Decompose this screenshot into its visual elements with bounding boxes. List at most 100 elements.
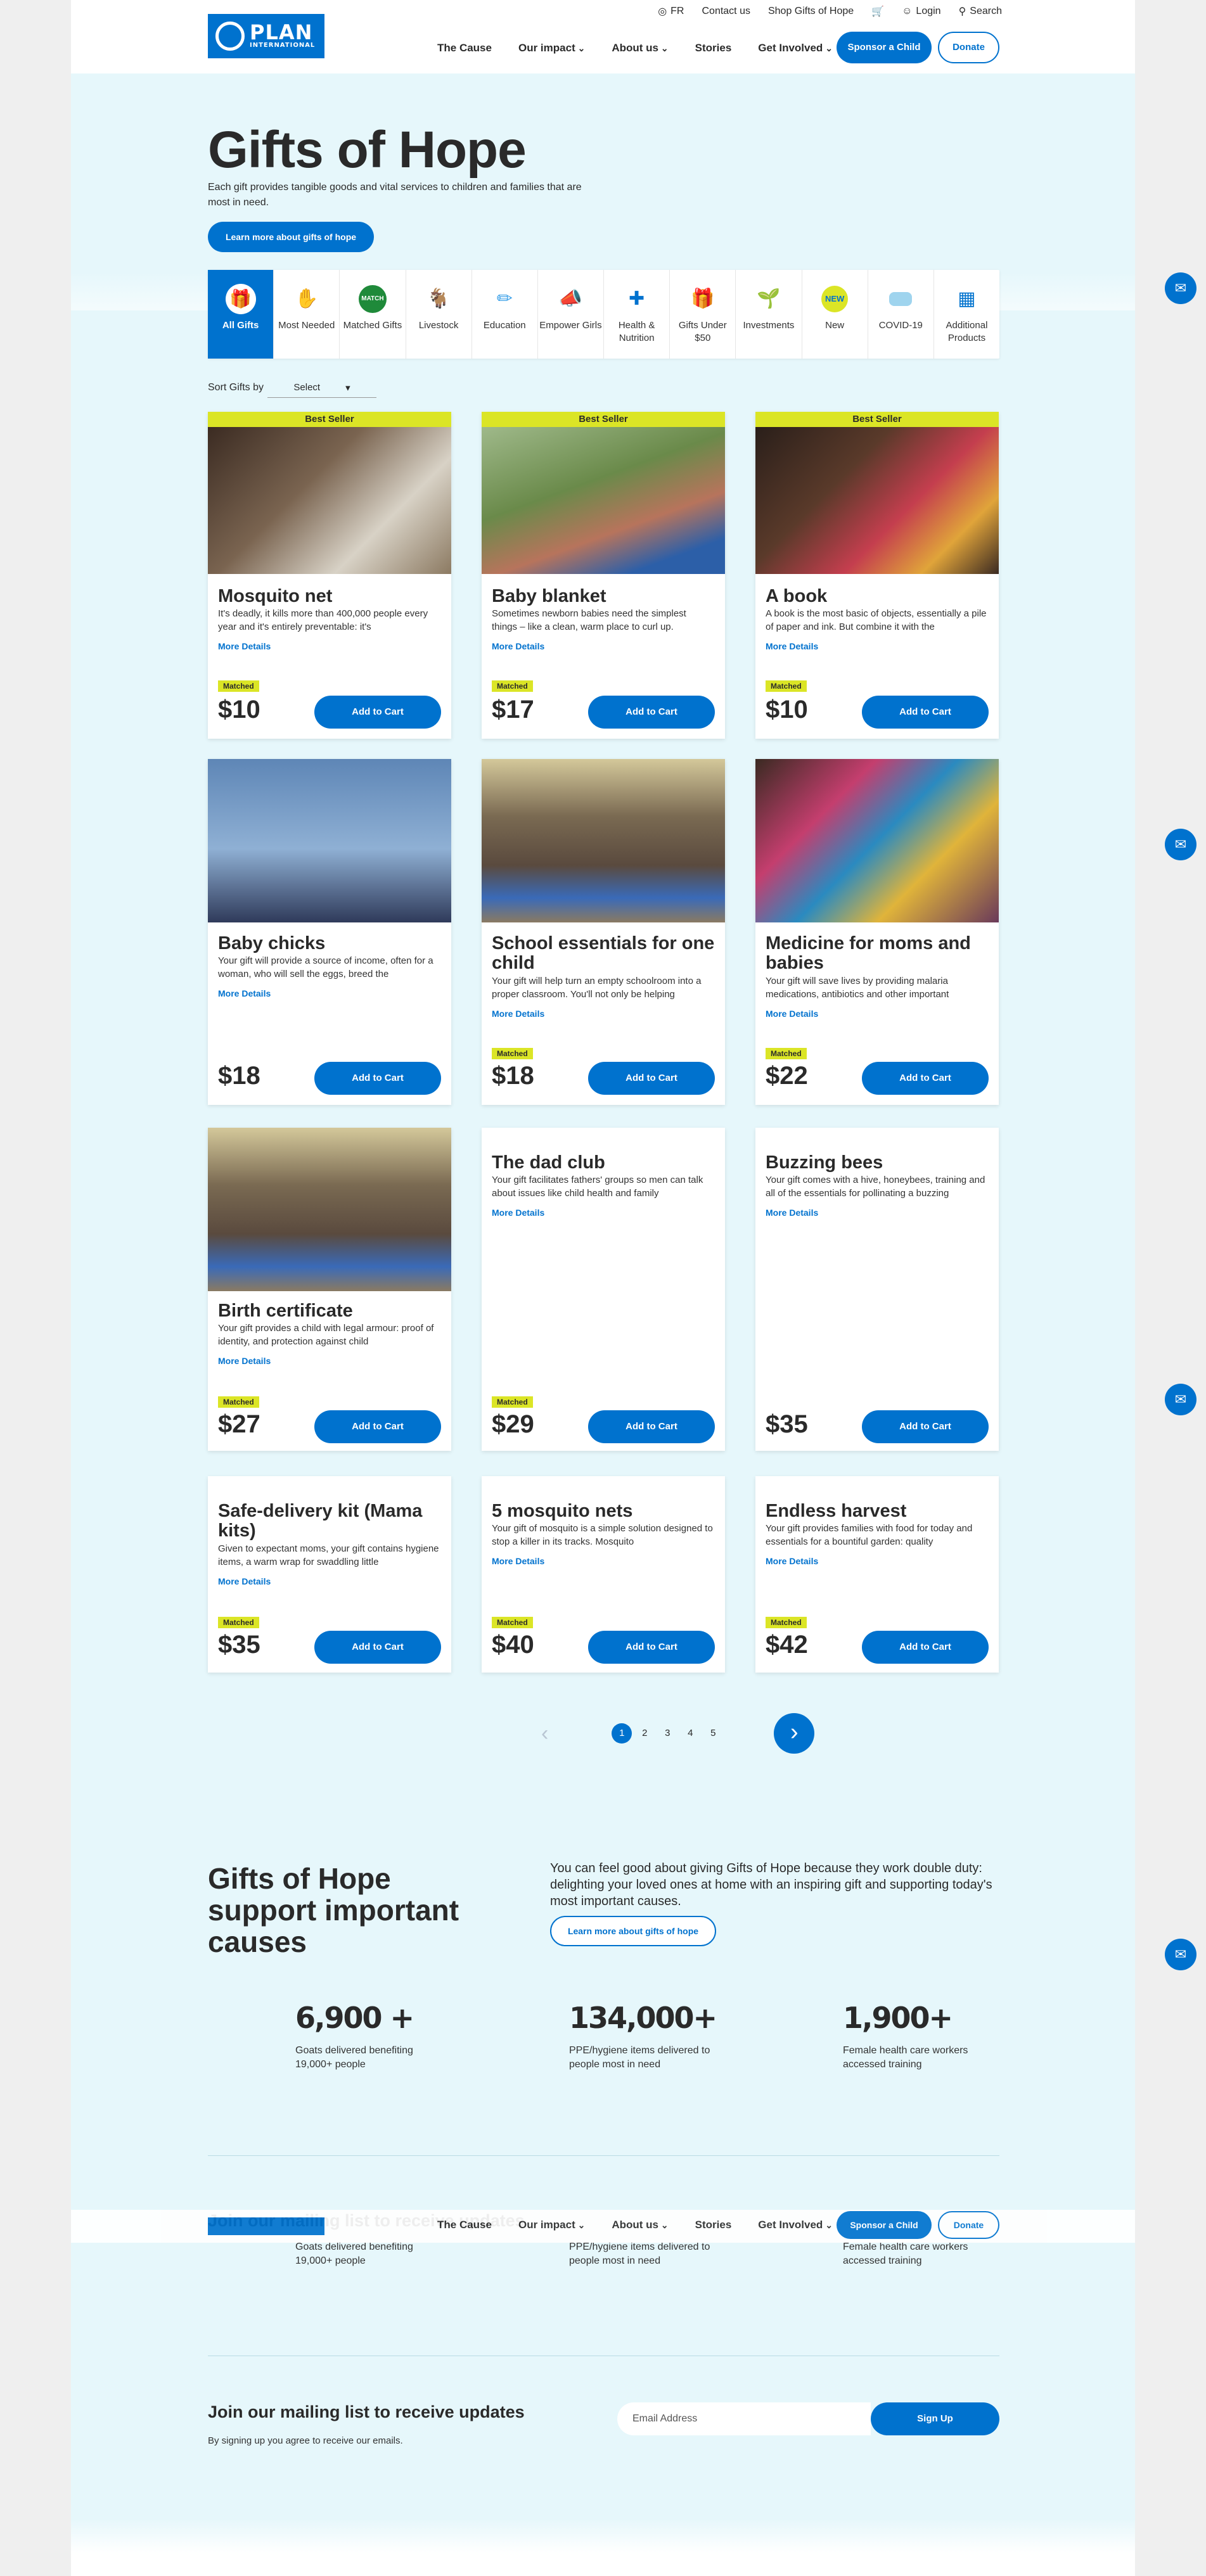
language-link[interactable]: ◎ FR [658,5,684,18]
nav-get-involved[interactable]: Get Involved [758,42,833,54]
category-new[interactable]: NEW New [802,270,868,359]
product-image[interactable] [755,759,999,922]
add-to-cart-button[interactable]: Add to Cart [588,1631,715,1664]
support-title: Gifts of Hope support important causes [208,1862,459,1958]
more-details-link[interactable]: More Details [492,1208,544,1218]
add-to-cart-button[interactable]: Add to Cart [862,1631,989,1664]
more-details-link[interactable]: More Details [218,1356,271,1366]
contact-link[interactable]: Contact us [702,5,750,18]
page-1[interactable]: 1 [612,1723,632,1744]
category-health-nutrition[interactable]: ✚ Health & Nutrition [604,270,670,359]
nav-the-cause[interactable]: The Cause [437,42,492,54]
shop-link[interactable]: Shop Gifts of Hope [768,5,854,18]
more-details-link[interactable]: More Details [766,1556,818,1566]
add-to-cart-button[interactable]: Add to Cart [862,1062,989,1095]
add-to-cart-button[interactable]: Add to Cart [588,1410,715,1443]
product-image[interactable] [208,1128,451,1291]
cart-icon[interactable]: 🛒 [871,5,884,18]
product-title[interactable]: Safe-delivery kit (Mama kits) [218,1502,441,1541]
nav-get-involved[interactable]: Get Involved [758,2219,833,2231]
chat-icon[interactable]: ✉ [1165,272,1196,304]
chat-icon[interactable]: ✉ [1165,829,1196,860]
product-image[interactable] [755,427,999,574]
donate-button[interactable]: Donate [938,2211,999,2239]
nav-stories[interactable]: Stories [695,2219,732,2231]
more-details-link[interactable]: More Details [766,1208,818,1218]
learn-more-button[interactable]: Learn more about gifts of hope [208,222,374,252]
add-to-cart-button[interactable]: Add to Cart [862,1410,989,1443]
more-details-link[interactable]: More Details [492,641,544,651]
best-seller-badge: Best Seller [482,412,725,427]
add-to-cart-button[interactable]: Add to Cart [314,1410,441,1443]
mask-icon [884,283,917,316]
support-learn-more-button[interactable]: Learn more about gifts of hope [550,1916,716,1946]
category-covid-19[interactable]: COVID-19 [868,270,934,359]
add-to-cart-button[interactable]: Add to Cart [862,696,989,729]
sticky-logo[interactable] [208,2217,324,2235]
category-livestock[interactable]: 🐐 Livestock [406,270,472,359]
donate-button[interactable]: Donate [938,32,999,63]
category-investments[interactable]: 🌱 Investments [736,270,802,359]
add-to-cart-button[interactable]: Add to Cart [588,696,715,729]
page-2[interactable]: 2 [634,1723,655,1744]
category-education[interactable]: ✏ Education [472,270,538,359]
add-to-cart-button[interactable]: Add to Cart [314,696,441,729]
product-title[interactable]: Birth certificate [218,1301,441,1321]
page-5[interactable]: 5 [703,1723,723,1744]
stat-number: 6,900 + [295,2001,414,2035]
chevron-right-icon[interactable]: › [774,1713,815,1754]
product-image[interactable] [208,759,451,922]
product-title[interactable]: A book [766,587,989,606]
more-details-link[interactable]: More Details [766,1009,818,1019]
product-price: $29 [492,1410,534,1438]
product-title[interactable]: Buzzing bees [766,1153,989,1173]
chat-icon[interactable]: ✉ [1165,1939,1196,1970]
add-to-cart-button[interactable]: Add to Cart [314,1631,441,1664]
more-details-link[interactable]: More Details [492,1009,544,1019]
page-4[interactable]: 4 [680,1723,700,1744]
product-image[interactable] [208,427,451,574]
more-details-link[interactable]: More Details [218,1576,271,1586]
sort-select[interactable]: Select ▾ [267,378,377,398]
nav-our-impact[interactable]: Our impact [518,42,585,54]
sticky-nav: The Cause Our impact About us Stories Ge… [437,2219,833,2231]
category-all-gifts[interactable]: 🎁 All Gifts [208,270,274,359]
more-details-link[interactable]: More Details [218,988,271,998]
page-3[interactable]: 3 [657,1723,677,1744]
product-title[interactable]: The dad club [492,1153,715,1173]
chat-icon[interactable]: ✉ [1165,1384,1196,1415]
nav-stories[interactable]: Stories [695,42,732,54]
product-card-dad-club: The dad club Your gift facilitates fathe… [482,1128,725,1451]
product-image[interactable] [482,427,725,574]
nav-the-cause[interactable]: The Cause [437,2219,492,2231]
more-details-link[interactable]: More Details [218,641,271,651]
more-details-link[interactable]: More Details [766,641,818,651]
email-input[interactable]: Email Address [617,2402,871,2435]
nav-our-impact[interactable]: Our impact [518,2219,585,2231]
plan-logo[interactable]: PLAN INTERNATIONAL [208,14,324,58]
product-title[interactable]: Medicine for moms and babies [766,934,989,973]
add-to-cart-button[interactable]: Add to Cart [314,1062,441,1095]
category-matched-gifts[interactable]: MATCH Matched Gifts [340,270,406,359]
category-empower-girls[interactable]: 📣 Empower Girls [538,270,605,359]
product-image[interactable] [482,759,725,922]
product-title[interactable]: Endless harvest [766,1502,989,1521]
product-title[interactable]: School essentials for one child [492,934,715,973]
category-most-needed[interactable]: ✋ Most Needed [274,270,340,359]
nav-about-us[interactable]: About us [612,42,668,54]
nav-about-us[interactable]: About us [612,2219,668,2231]
product-title[interactable]: Baby chicks [218,934,441,953]
category-gifts-under-50[interactable]: 🎁 Gifts Under $50 [670,270,736,359]
product-title[interactable]: Baby blanket [492,587,715,606]
sponsor-child-button[interactable]: Sponsor a Child [837,2211,932,2239]
category-additional-products[interactable]: ▦ Additional Products [934,270,999,359]
login-link[interactable]: ☺ Login [902,5,941,18]
product-title[interactable]: 5 mosquito nets [492,1502,715,1521]
sign-up-button[interactable]: Sign Up [871,2402,999,2435]
search-link[interactable]: ⚲ Search [959,5,1002,18]
sponsor-child-button[interactable]: Sponsor a Child [837,32,932,63]
more-details-link[interactable]: More Details [492,1556,544,1566]
chevron-left-icon[interactable]: ‹ [541,1721,548,1746]
add-to-cart-button[interactable]: Add to Cart [588,1062,715,1095]
product-title[interactable]: Mosquito net [218,587,441,606]
